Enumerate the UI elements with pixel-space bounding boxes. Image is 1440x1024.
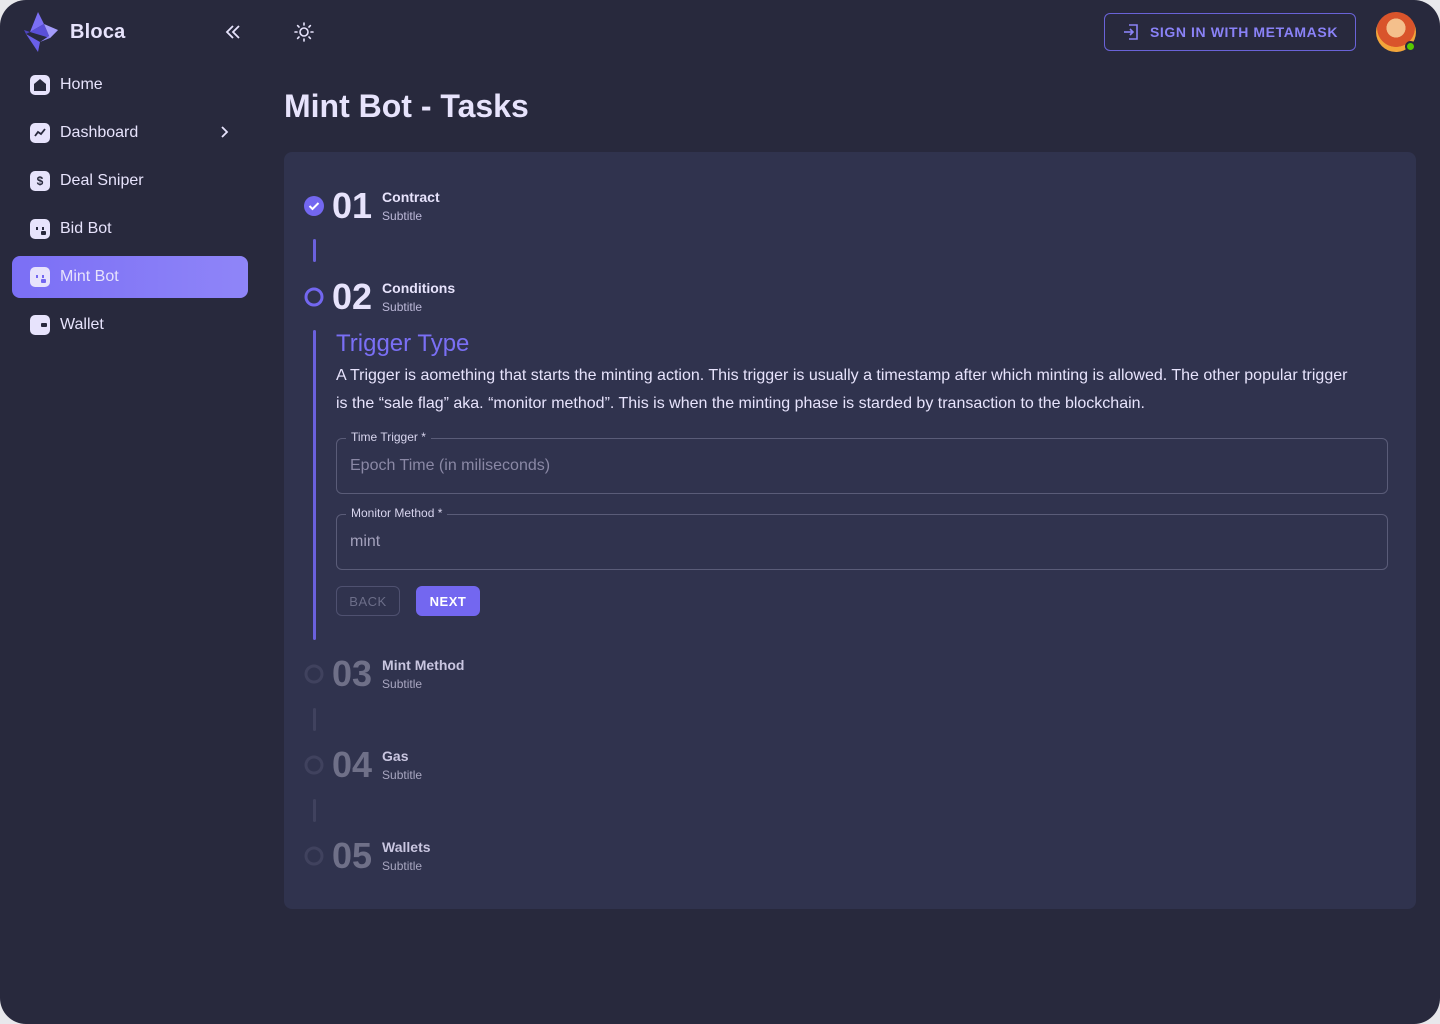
bot-plus-icon <box>30 267 50 287</box>
sidebar-nav: Home Dashboard $ Deal Sniper Bid Bot Min… <box>12 64 248 352</box>
step-number: 03 <box>332 653 373 694</box>
step-contract[interactable]: 01 Contract Subtitle <box>304 188 440 224</box>
chart-icon <box>30 123 50 143</box>
bot-icon <box>30 219 50 239</box>
radio-circle-icon <box>304 287 324 307</box>
step-title: Conditions <box>382 280 456 296</box>
step-subtitle: Subtitle <box>382 209 423 223</box>
brand-name: Bloca <box>70 20 126 43</box>
step-connector <box>313 239 316 262</box>
step-subtitle: Subtitle <box>382 859 423 873</box>
double-chevron-left-icon <box>225 25 240 39</box>
step-title: Mint Method <box>382 657 465 673</box>
sidebar-item-deal-sniper[interactable]: $ Deal Sniper <box>12 160 248 202</box>
step-number: 04 <box>332 744 373 785</box>
back-button[interactable]: BACK <box>336 586 400 616</box>
step-wallets[interactable]: 05 Wallets Subtitle <box>304 838 431 874</box>
radio-circle-icon <box>304 846 324 866</box>
step-subtitle: Subtitle <box>382 768 423 782</box>
sidebar-item-label: Bid Bot <box>60 220 112 237</box>
online-status-indicator <box>1405 41 1416 52</box>
step-number: 01 <box>332 185 373 226</box>
step-gas[interactable]: 04 Gas Subtitle <box>304 747 422 783</box>
login-icon <box>1123 24 1138 40</box>
step-title: Contract <box>382 189 440 205</box>
sidebar-item-home[interactable]: Home <box>12 64 248 106</box>
time-trigger-input[interactable] <box>337 439 1387 493</box>
sun-icon <box>294 22 314 42</box>
step-mint-method[interactable]: 03 Mint Method Subtitle <box>304 656 464 692</box>
theme-toggle-button[interactable] <box>292 20 316 44</box>
bloca-logo-icon <box>24 12 58 52</box>
sidebar-item-label: Deal Sniper <box>60 172 144 189</box>
sidebar-item-label: Home <box>60 76 103 93</box>
sign-in-metamask-button[interactable]: SIGN IN WITH METAMASK <box>1104 13 1356 51</box>
sidebar-item-label: Dashboard <box>60 124 139 141</box>
collapse-sidebar-button[interactable] <box>220 20 246 44</box>
monitor-method-input[interactable] <box>337 515 1387 569</box>
sidebar-item-dashboard[interactable]: Dashboard <box>12 112 248 154</box>
step-title: Gas <box>382 748 409 764</box>
step-connector <box>313 799 316 822</box>
step-title: Wallets <box>382 839 431 855</box>
step-connector <box>313 708 316 731</box>
step-number: 05 <box>332 835 373 876</box>
check-circle-icon <box>304 196 324 216</box>
brand[interactable]: Bloca <box>24 12 125 52</box>
stepper-card: 01 Contract Subtitle 02 Conditions Subti… <box>284 152 1416 909</box>
app-window: Bloca Home Dashboard $ Deal Sniper Bid B… <box>0 0 1440 1024</box>
chevron-right-icon <box>221 126 229 138</box>
dollar-icon: $ <box>30 171 50 191</box>
sidebar-item-label: Mint Bot <box>60 268 119 285</box>
sign-in-label: SIGN IN WITH METAMASK <box>1149 24 1339 40</box>
page-title: Mint Bot - Tasks <box>284 88 529 124</box>
wallet-icon <box>30 315 50 335</box>
section-heading: Trigger Type <box>336 330 470 357</box>
step-number: 02 <box>332 276 373 317</box>
sidebar-item-label: Wallet <box>60 316 104 333</box>
step-content-line <box>313 330 316 640</box>
sidebar-item-bid-bot[interactable]: Bid Bot <box>12 208 248 250</box>
radio-circle-icon <box>304 664 324 684</box>
sidebar-item-wallet[interactable]: Wallet <box>12 304 248 346</box>
monitor-method-field: Monitor Method * <box>336 506 1388 570</box>
step-subtitle: Subtitle <box>382 677 423 691</box>
step-conditions[interactable]: 02 Conditions Subtitle <box>304 279 455 315</box>
next-button[interactable]: NEXT <box>416 586 480 616</box>
home-icon <box>30 75 50 95</box>
step-subtitle: Subtitle <box>382 300 423 314</box>
time-trigger-field: Time Trigger * <box>336 430 1388 494</box>
sidebar-item-mint-bot[interactable]: Mint Bot <box>12 256 248 298</box>
avatar[interactable] <box>1376 12 1416 52</box>
section-description: A Trigger is aomething that starts the m… <box>336 367 1348 412</box>
radio-circle-icon <box>304 755 324 775</box>
